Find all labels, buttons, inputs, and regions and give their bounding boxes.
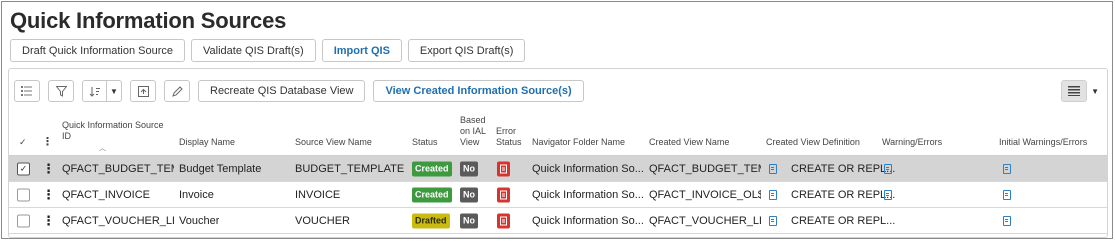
- status-badge: Created: [412, 161, 452, 176]
- status-badge: Drafted: [412, 213, 450, 228]
- chevron-down-icon[interactable]: ▼: [107, 81, 121, 101]
- draft-qis-button[interactable]: Draft Quick Information Source: [10, 39, 186, 62]
- table-panel: ▼ Recreate QIS Database View View Create…: [8, 68, 1108, 238]
- created-definition-doc-icon[interactable]: [769, 189, 777, 201]
- edit-icon[interactable]: [164, 80, 190, 102]
- cell-created-view: QFACT_INVOICE_OL$: [649, 188, 761, 201]
- validate-qis-button[interactable]: Validate QIS Draft(s): [191, 39, 316, 62]
- cell-display-name: Invoice: [179, 188, 214, 201]
- cell-display-name: Budget Template: [179, 162, 262, 175]
- import-qis-button[interactable]: Import QIS: [321, 39, 402, 62]
- cell-source-view: VOUCHER: [295, 214, 351, 227]
- header-source-view[interactable]: Source View Name: [295, 137, 372, 148]
- header-display-name[interactable]: Display Name: [179, 137, 235, 148]
- row-checkbox[interactable]: [17, 188, 30, 201]
- header-navigator-folder[interactable]: Navigator Folder Name: [532, 137, 625, 148]
- sort-split-button[interactable]: ▼: [82, 80, 122, 102]
- row-menu-icon[interactable]: ⋮: [42, 213, 55, 229]
- created-definition-doc-icon[interactable]: [769, 163, 777, 175]
- row-menu-icon[interactable]: ⋮: [42, 161, 55, 177]
- table-row[interactable]: ⋮ QFACT_INVOICE Invoice INVOICE Created …: [9, 182, 1107, 208]
- status-badge: Created: [412, 187, 452, 202]
- list-icon[interactable]: [14, 80, 40, 102]
- based-on-ial-badge: No: [460, 213, 478, 228]
- header-created-view[interactable]: Created View Name: [649, 137, 729, 148]
- recreate-view-button[interactable]: Recreate QIS Database View: [198, 80, 366, 102]
- page-title: Quick Information Sources: [10, 8, 287, 33]
- cell-created-definition: CREATE OR REPL...: [791, 162, 896, 175]
- table-row[interactable]: ✓ ⋮ QFACT_BUDGET_TEM... Budget Template …: [9, 156, 1107, 182]
- cell-source-view: INVOICE: [295, 188, 341, 201]
- cell-created-view: QFACT_BUDGET_TEM...: [649, 162, 761, 175]
- export-qis-button[interactable]: Export QIS Draft(s): [407, 39, 526, 62]
- filter-icon[interactable]: [48, 80, 74, 102]
- chevron-down-icon[interactable]: ▼: [1091, 87, 1099, 96]
- table-view-icon[interactable]: [1061, 80, 1088, 102]
- export-icon[interactable]: [130, 80, 156, 102]
- cell-navigator-folder: Quick Information So...: [532, 162, 644, 175]
- sort-ascending-icon: ︿: [99, 145, 106, 152]
- header-initial-warnings[interactable]: Initial Warnings/Errors: [999, 137, 1087, 148]
- cell-qis-id[interactable]: QFACT_BUDGET_TEM...: [62, 163, 174, 175]
- header-based-on-ial[interactable]: Based on IAL View: [460, 115, 486, 148]
- initial-warnings-doc-icon[interactable]: [1003, 163, 1011, 175]
- header-created-definition[interactable]: Created View Definition: [766, 137, 860, 148]
- row-checkbox[interactable]: ✓: [17, 162, 30, 175]
- view-created-sources-button[interactable]: View Created Information Source(s): [373, 80, 584, 102]
- cell-qis-id[interactable]: QFACT_VOUCHER_LL: [62, 215, 174, 227]
- checkmark-icon: ✓: [17, 162, 30, 175]
- view-selector[interactable]: ▼: [1061, 80, 1099, 102]
- error-status-icon[interactable]: [497, 213, 510, 228]
- based-on-ial-badge: No: [460, 161, 478, 176]
- header-status[interactable]: Status: [412, 137, 438, 148]
- cell-created-view: QFACT_VOUCHER_LL_...: [649, 214, 761, 227]
- table-toolbar: ▼ Recreate QIS Database View View Create…: [14, 80, 584, 102]
- initial-warnings-doc-icon[interactable]: [1003, 189, 1011, 201]
- cell-created-definition: CREATE OR REPL...: [791, 214, 896, 227]
- sort-icon[interactable]: [83, 81, 107, 101]
- header-qis-id[interactable]: Quick Information Source ID ︿: [62, 120, 164, 154]
- initial-warnings-doc-icon[interactable]: [1003, 215, 1011, 227]
- error-status-icon[interactable]: [497, 161, 510, 176]
- header-warnings[interactable]: Warning/Errors: [882, 137, 942, 148]
- cell-navigator-folder: Quick Information So...: [532, 214, 644, 227]
- based-on-ial-badge: No: [460, 187, 478, 202]
- cell-navigator-folder: Quick Information So...: [532, 188, 644, 201]
- created-definition-doc-icon[interactable]: [769, 215, 777, 227]
- cell-source-view: BUDGET_TEMPLATE: [295, 162, 405, 175]
- warnings-doc-icon[interactable]: [884, 189, 892, 201]
- table-row[interactable]: ⋮ QFACT_VOUCHER_LL Voucher VOUCHER Draft…: [9, 208, 1107, 234]
- page-frame: Quick Information Sources Draft Quick In…: [1, 1, 1113, 239]
- row-menu-icon[interactable]: ⋮: [42, 187, 55, 203]
- cell-display-name: Voucher: [179, 214, 220, 227]
- table-header: ✓ ⋮ Quick Information Source ID ︿ Displa…: [9, 111, 1107, 156]
- warnings-doc-icon[interactable]: [884, 163, 892, 175]
- row-checkbox[interactable]: [17, 214, 30, 227]
- command-bar: Draft Quick Information Source Validate …: [10, 39, 526, 62]
- qis-table: ✓ ⋮ Quick Information Source ID ︿ Displa…: [9, 111, 1107, 234]
- error-status-icon[interactable]: [497, 187, 510, 202]
- cell-qis-id[interactable]: QFACT_INVOICE: [62, 189, 174, 201]
- cell-created-definition: CREATE OR REPL...: [791, 188, 896, 201]
- select-all-checkmark[interactable]: ✓: [19, 137, 27, 148]
- header-kebab-icon[interactable]: ⋮: [42, 137, 53, 148]
- header-error-status[interactable]: Error Status: [496, 126, 522, 148]
